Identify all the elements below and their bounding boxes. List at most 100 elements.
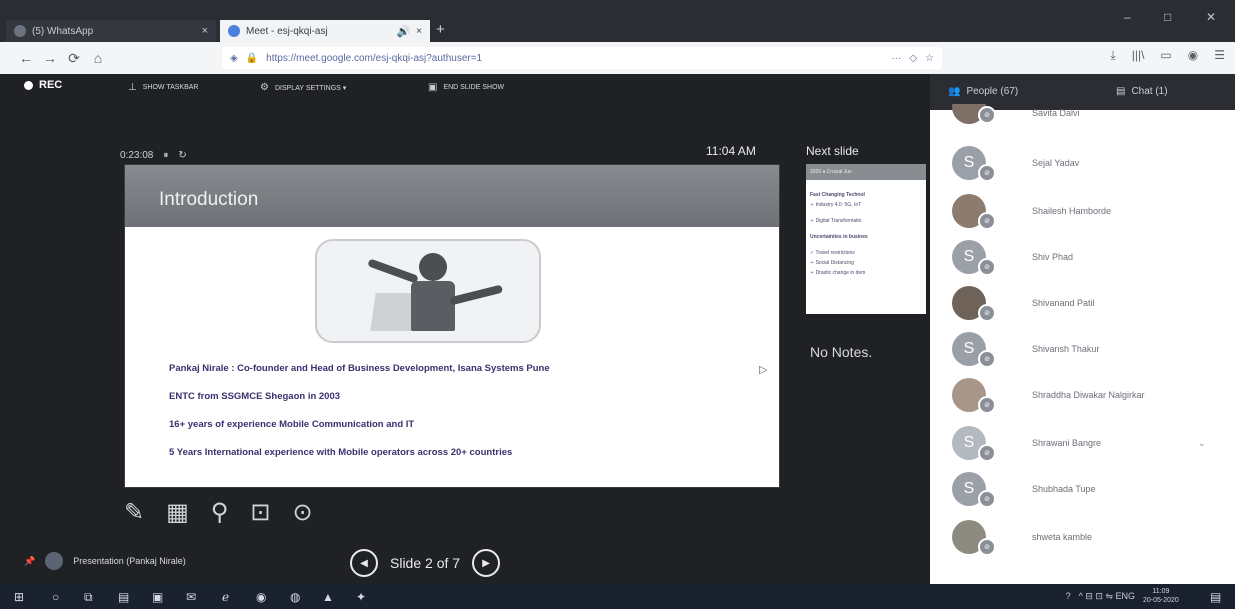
vlc-icon[interactable]: ▲ xyxy=(322,590,334,604)
meet-icon xyxy=(228,25,240,37)
minimize-button[interactable]: – xyxy=(1124,10,1131,24)
end-slide-show-button[interactable]: ▣ END SLIDE SHOW xyxy=(428,82,504,93)
rec-label: REC xyxy=(39,79,63,91)
tab-people[interactable]: 👥 People (67) xyxy=(948,86,1018,97)
clock-date: 20-05-2020 xyxy=(1143,597,1179,604)
lock-icon: 🔒 xyxy=(245,52,259,64)
pen-icon[interactable]: ✎ xyxy=(124,498,144,527)
reader-icon[interactable]: ▭ xyxy=(1160,48,1171,63)
screen-icon[interactable]: ⊡ xyxy=(250,498,270,527)
people-icon: 👥 xyxy=(948,86,961,97)
more-options-icon[interactable]: ⊙ xyxy=(292,498,312,527)
mic-off-icon: ⊘ xyxy=(978,350,996,368)
list-item[interactable]: S ⊘ Shivansh Thakur xyxy=(930,326,1235,372)
chevron-down-icon[interactable]: ⌄ xyxy=(1198,438,1206,449)
browser-tab-bar: (5) WhatsApp × Meet - esj-qkqi-asj 🔊 × +… xyxy=(0,0,1235,42)
mic-off-icon: ⊘ xyxy=(978,106,996,124)
store-icon[interactable]: ▣ xyxy=(152,590,163,604)
mic-off-icon: ⊘ xyxy=(978,212,996,230)
people-panel: 👥 People (67) ▤ Chat (1) ⊘ Savita Dalvi … xyxy=(930,74,1235,584)
tab-whatsapp[interactable]: (5) WhatsApp × xyxy=(6,20,216,42)
zoom-icon[interactable]: ⚲ xyxy=(211,498,229,527)
window-close-button[interactable]: ✕ xyxy=(1206,10,1216,24)
pause-icon[interactable]: ⏸ xyxy=(163,150,168,161)
previous-slide-button[interactable]: ◀ xyxy=(350,549,378,577)
mail-icon[interactable]: ✉ xyxy=(186,590,196,604)
mic-off-icon: ⊘ xyxy=(978,164,996,182)
taskbar-icon: ⊥ xyxy=(128,82,137,93)
back-icon[interactable]: ← xyxy=(14,50,38,66)
menu-icon[interactable]: ☰ xyxy=(1214,48,1225,63)
participant-name: Savita Dalvi xyxy=(1032,108,1080,118)
list-item[interactable]: S ⊘ Shiv Phad xyxy=(930,234,1235,280)
show-taskbar-button[interactable]: ⊥ SHOW TASKBAR xyxy=(128,82,198,93)
speaker-illustration xyxy=(315,239,541,343)
system-tray[interactable]: ? ^ ⊟ ⊡ ⇋ ENG xyxy=(1066,591,1135,602)
library-icon[interactable]: |||\ xyxy=(1132,48,1145,63)
list-item[interactable]: ⊘ Shivanand Patil xyxy=(930,280,1235,326)
page-actions-icon[interactable]: ··· xyxy=(891,53,901,64)
download-icon[interactable]: ⤓ xyxy=(1110,48,1115,63)
bookmark-star-icon[interactable]: ☆ xyxy=(925,53,934,64)
current-slide: Introduction Pankaj Nirale : Co-founder … xyxy=(124,164,780,488)
forward-icon[interactable]: → xyxy=(38,50,62,66)
list-item[interactable]: S ⊘ Shubhada Tupe xyxy=(930,466,1235,512)
close-icon[interactable]: × xyxy=(202,25,208,37)
maps-icon[interactable]: ◉ xyxy=(256,590,266,604)
chrome-icon[interactable]: ◍ xyxy=(290,590,300,604)
slide-bullet: 16+ years of experience Mobile Communica… xyxy=(169,419,415,430)
address-bar[interactable]: ◈ 🔒 https://meet.google.com/esj-qkqi-asj… xyxy=(222,47,942,69)
url-text[interactable]: https://meet.google.com/esj-qkqi-asj?aut… xyxy=(266,53,482,64)
cursor-icon: ▷ xyxy=(759,364,768,376)
slide-counter: Slide 2 of 7 xyxy=(390,555,461,571)
next-slide-label: Next slide xyxy=(806,144,859,158)
tab-meet[interactable]: Meet - esj-qkqi-asj 🔊 × xyxy=(220,20,430,42)
restart-icon[interactable]: ↻ xyxy=(178,150,186,161)
notifications-icon[interactable]: ▤ xyxy=(1210,590,1221,604)
list-item[interactable]: S ⊘ Sejal Yadav xyxy=(930,140,1235,186)
list-item[interactable]: ⊘ shweta kamble xyxy=(930,514,1235,560)
presenter-view: REC ⊥ SHOW TASKBAR ⚙ DISPLAY SETTINGS ▾ … xyxy=(0,74,930,584)
tab-chat[interactable]: ▤ Chat (1) xyxy=(1116,86,1168,97)
edge-icon[interactable]: ℯ xyxy=(222,590,229,604)
participant-name: Sejal Yadav xyxy=(1032,158,1080,168)
account-icon[interactable]: ◉ xyxy=(1188,48,1198,63)
close-icon[interactable]: × xyxy=(416,26,422,37)
file-explorer-icon[interactable]: ▤ xyxy=(118,590,129,604)
screen: (5) WhatsApp × Meet - esj-qkqi-asj 🔊 × +… xyxy=(0,0,1235,609)
list-item[interactable]: ⊘ Savita Dalvi xyxy=(930,104,1235,132)
toolbar-right: ⤓ |||\ ▭ ◉ ☰ xyxy=(1110,48,1225,63)
list-item[interactable]: S ⊘ Shrawani Bangre ⌄ xyxy=(930,420,1235,466)
mic-off-icon: ⊘ xyxy=(978,490,996,508)
display-settings-button[interactable]: ⚙ DISPLAY SETTINGS ▾ xyxy=(260,82,346,93)
mic-off-icon: ⊘ xyxy=(978,396,996,414)
speaker-icon[interactable]: 🔊 xyxy=(396,25,410,38)
firefox-icon[interactable]: ✦ xyxy=(356,590,366,604)
start-icon[interactable]: ⊞ xyxy=(14,590,24,604)
pocket-icon[interactable]: ◇ xyxy=(909,53,917,64)
task-view-icon[interactable]: ⧉ xyxy=(84,590,93,605)
taskbar-clock[interactable]: 11:09 20-05-2020 xyxy=(1143,587,1179,605)
list-item[interactable]: ⊘ Shailesh Hamborde xyxy=(930,188,1235,234)
slide-bullet: ENTC from SSGMCE Shegaon in 2003 xyxy=(169,391,341,402)
next-slide-thumbnail[interactable]: 2020 a Crucial Jun Fast Changing Technol… xyxy=(806,164,926,314)
new-tab-button[interactable]: + xyxy=(436,21,445,38)
see-all-slides-icon[interactable]: ▦ xyxy=(166,498,189,527)
settings-icon: ⚙ xyxy=(260,82,269,93)
current-time: 11:04 AM xyxy=(706,144,756,158)
mic-off-icon: ⊘ xyxy=(978,304,996,322)
maximize-button[interactable]: □ xyxy=(1164,10,1171,24)
home-icon[interactable]: ⌂ xyxy=(86,50,110,66)
reload-icon[interactable]: ⟳ xyxy=(62,50,86,67)
pin-icon[interactable]: 📌 xyxy=(24,556,35,567)
navigation-bar: ← → ⟳ ⌂ ◈ 🔒 https://meet.google.com/esj-… xyxy=(0,42,1235,74)
participant-name: Shiv Phad xyxy=(1032,252,1074,262)
shield-icon: ◈ xyxy=(230,52,238,64)
next-slide-button[interactable]: ▶ xyxy=(472,549,501,577)
clock-time: 11:09 xyxy=(1152,588,1170,595)
help-icon[interactable]: ? xyxy=(1066,591,1071,602)
participant-name: Shivansh Thakur xyxy=(1032,344,1100,354)
search-icon[interactable]: ○ xyxy=(52,590,59,604)
list-item[interactable]: ⊘ Shraddha Diwakar Nalgirkar xyxy=(930,372,1235,418)
slide-navigation: ◀ Slide 2 of 7 ▶ xyxy=(350,549,501,577)
